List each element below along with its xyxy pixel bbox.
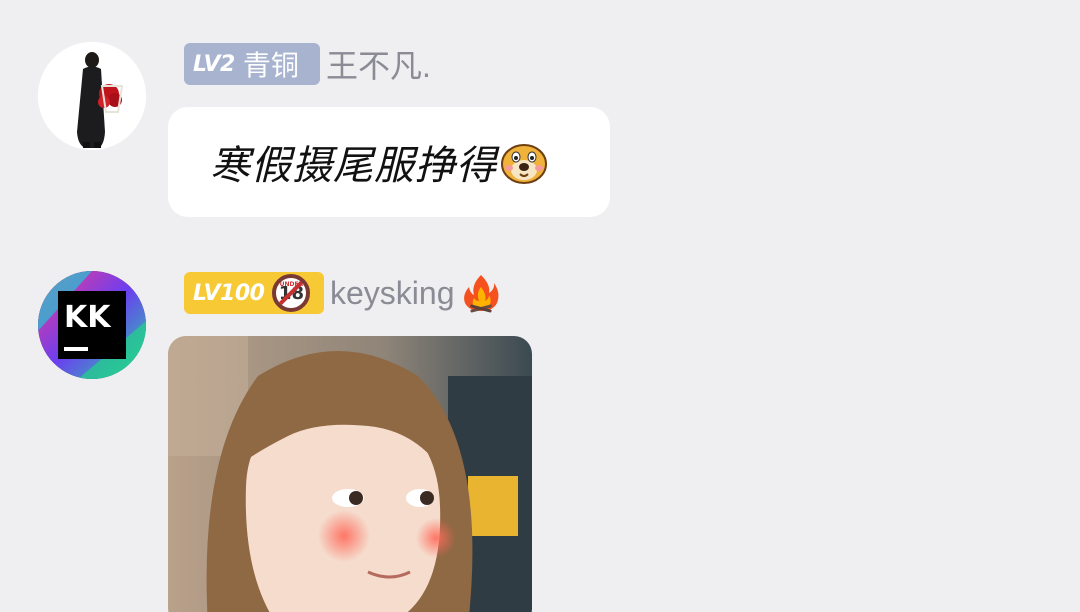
user-avatar-keysking[interactable]: KK (38, 271, 146, 379)
under-18-icon: UNDER 18 (272, 274, 311, 312)
dog-emoji-icon (501, 144, 547, 184)
user-avatar-wangbufan[interactable] (38, 42, 146, 150)
level-badge[interactable]: LV100 UNDER 18 (184, 272, 324, 314)
fire-icon (463, 275, 498, 313)
message-text: 寒假摄尾服挣得 (210, 143, 497, 189)
rank-label: 青铜 (242, 49, 299, 82)
username[interactable]: 王不凡. (326, 41, 431, 87)
username[interactable]: keysking (330, 275, 455, 312)
jetbrains-kk-logo-avatar-image: KK (38, 271, 146, 379)
message-header: LV100 UNDER 18 keysking (184, 271, 501, 315)
level-badge[interactable]: LV2 青铜 (184, 43, 320, 85)
level-label: LV100 (193, 280, 265, 306)
person-with-flowers-avatar-image (38, 42, 146, 150)
image-message[interactable] (168, 336, 532, 612)
message-bubble[interactable]: 寒假摄尾服挣得 (168, 107, 610, 217)
message-header: LV2 青铜 王不凡. (184, 42, 431, 86)
girl-meme-image (168, 336, 532, 612)
level-label: LV2 (193, 51, 235, 77)
chat-view: LV2 青铜 王不凡. 寒假摄尾服挣得 KK LV100 UNDER keysk… (0, 0, 1080, 612)
avatar-letters: KK (64, 300, 112, 335)
